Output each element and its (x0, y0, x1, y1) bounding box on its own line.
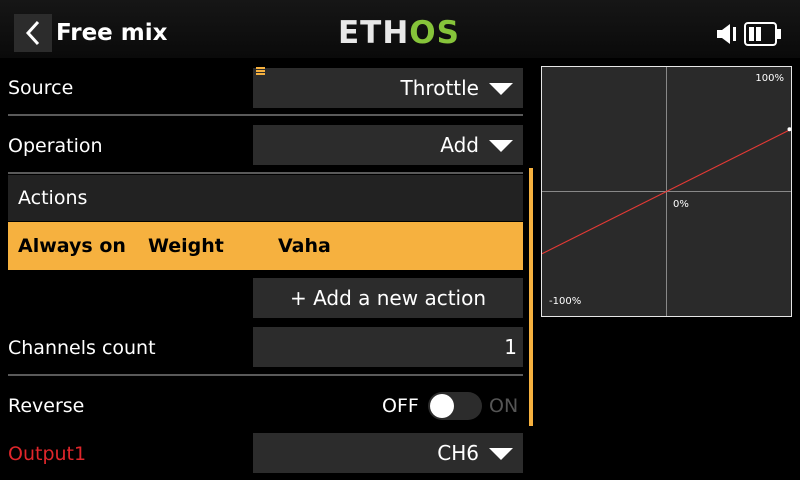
reverse-label: Reverse (8, 395, 85, 417)
chevron-left-icon (25, 20, 40, 46)
operation-select[interactable]: Add (253, 125, 523, 165)
action-row[interactable]: Always on Weight Vaha (8, 222, 523, 270)
chevron-down-icon (489, 140, 513, 152)
chevron-down-icon (489, 448, 513, 460)
output-select[interactable]: CH6 (253, 433, 523, 473)
page-title: Free mix (56, 20, 168, 46)
back-button[interactable] (14, 14, 52, 52)
divider (8, 374, 523, 376)
graph-max-label: 100% (755, 73, 784, 84)
reverse-off-label: OFF (382, 395, 419, 417)
ethos-logo: ETHOS (338, 15, 460, 51)
graph-min-label: -100% (549, 296, 582, 307)
curve-plot (542, 67, 791, 316)
channels-count-label: Channels count (8, 337, 156, 359)
header-bar: Free mix ETHOS (0, 0, 800, 58)
operation-value: Add (440, 133, 479, 157)
divider (8, 172, 523, 174)
action-type: Weight (148, 235, 224, 257)
operation-label: Operation (8, 135, 103, 157)
source-value: Throttle (400, 76, 479, 100)
battery-icon[interactable] (744, 22, 782, 46)
scrollbar[interactable] (529, 168, 533, 426)
reverse-toggle[interactable] (428, 392, 482, 420)
graph-zero-label: 0% (673, 199, 689, 210)
source-label: Source (8, 77, 74, 99)
channels-count-field[interactable]: 1 (253, 327, 523, 367)
channels-count-value: 1 (504, 335, 517, 359)
toggle-knob (430, 394, 454, 418)
source-select[interactable]: Throttle (253, 68, 523, 108)
chevron-down-icon (489, 83, 513, 95)
menu-icon[interactable] (256, 67, 265, 75)
output-value: CH6 (437, 441, 479, 465)
action-condition: Always on (18, 235, 126, 257)
add-action-button[interactable]: + Add a new action (253, 278, 523, 318)
actions-header: Actions (8, 175, 523, 221)
output-label: Output1 (8, 443, 87, 465)
curve-graph: 100% 0% -100% (541, 66, 792, 317)
reverse-on-label: ON (489, 395, 519, 417)
speaker-icon[interactable] (716, 22, 740, 46)
action-value: Vaha (278, 235, 331, 257)
actions-title: Actions (18, 187, 88, 209)
divider (8, 114, 523, 116)
